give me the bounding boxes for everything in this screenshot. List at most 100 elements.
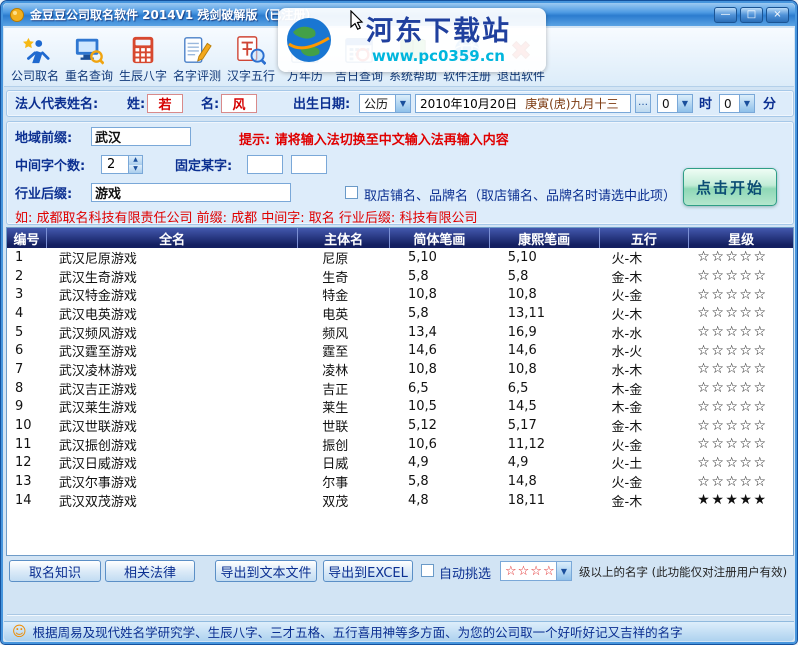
header-cell-no: 编号: [7, 228, 47, 248]
calendar-type-select[interactable]: 公历 ▼: [359, 94, 411, 113]
cell-full_name: 武汉日威游戏: [58, 457, 137, 473]
hanzi-wuxing-icon: [235, 34, 267, 66]
cell-full_name: 武汉生奇游戏: [58, 270, 137, 286]
given-name-input[interactable]: [221, 94, 257, 113]
table-row[interactable]: 10 武汉世联游戏 世联 5,12 5,17 金-木 ☆☆☆☆☆: [7, 416, 793, 436]
cell-five_elements: 水-火: [611, 345, 643, 361]
cell-simplified: 5,8: [408, 474, 429, 490]
industry-suffix-input[interactable]: [91, 183, 291, 202]
cell-simplified: 10,8: [408, 361, 437, 377]
surname-input[interactable]: [147, 94, 183, 113]
birth-date-field[interactable]: 2010年10月20日 庚寅(虎)九月十三: [415, 94, 631, 113]
naming-knowledge-button[interactable]: 取名知识: [9, 560, 101, 582]
table-row[interactable]: 13 武汉尔事游戏 尔事 5,8 14,8 火-金 ☆☆☆☆☆: [7, 472, 793, 492]
cell-no: 2: [15, 268, 24, 284]
app-icon: [9, 7, 25, 23]
toolbar-item-bazi[interactable]: 生辰八字: [116, 31, 170, 86]
spinner-up-icon[interactable]: ▲: [129, 156, 142, 165]
minimize-button[interactable]: —: [714, 6, 737, 23]
cell-stars: ★★★★★: [697, 492, 768, 509]
cell-kangxi: 18,11: [507, 492, 545, 508]
table-row[interactable]: 12 武汉日威游戏 日威 4,9 4,9 火-土 ☆☆☆☆☆: [7, 454, 793, 473]
cell-kangxi: 14,8: [507, 474, 537, 490]
toolbar-label: 汉字五行: [226, 68, 275, 83]
cell-no: 5: [15, 324, 24, 340]
cell-kangxi: 4,9: [507, 455, 529, 471]
cell-full_name: 武汉振创游戏: [58, 438, 137, 454]
legal-name-label: 法人代表姓名:: [15, 97, 99, 112]
cell-full_name: 武汉双茂游戏: [58, 494, 137, 510]
cell-main_name: 特金: [322, 289, 349, 305]
cell-full_name: 武汉频风游戏: [58, 326, 137, 342]
related-law-button[interactable]: 相关法律: [105, 560, 195, 582]
hour-select[interactable]: 0 ▼: [657, 94, 693, 113]
header-cell-five-elements: 五行: [600, 228, 690, 248]
spinner-down-icon[interactable]: ▼: [129, 164, 142, 173]
table-row[interactable]: 6 武汉霆至游戏 霆至 14,6 14,6 水-火 ☆☆☆☆☆: [7, 341, 793, 361]
region-prefix-input[interactable]: [91, 127, 191, 146]
minute-unit-label: 分: [763, 97, 777, 112]
birth-date-label: 出生日期:: [293, 97, 351, 112]
cell-main_name: 吉正: [322, 382, 349, 398]
name-evaluation-icon: [181, 34, 213, 66]
middle-count-spinner[interactable]: 2 ▲ ▼: [101, 155, 143, 174]
table-row[interactable]: 3 武汉特金游戏 特金 10,8 10,8 火-金 ☆☆☆☆☆: [7, 285, 793, 305]
watermark-title: 河东下载站: [366, 15, 511, 47]
export-excel-button[interactable]: 导出到EXCEL: [323, 560, 413, 582]
table-row[interactable]: 2 武汉生奇游戏 生奇 5,8 5,8 金-木 ☆☆☆☆☆: [7, 267, 793, 286]
cell-no: 1: [15, 249, 24, 265]
naming-panel: 地域前缀: 提示: 请将输入法切换至中文输入法再输入内容 中间字个数: 2 ▲ …: [6, 121, 794, 226]
cell-simplified: 13,4: [408, 324, 437, 340]
cell-kangxi: 5,8: [507, 268, 529, 284]
start-button[interactable]: 点击开始: [683, 168, 777, 206]
watermark: 河东下载站 www.pc0359.cn: [278, 8, 546, 72]
table-header: 编号 全名 主体名 简体笔画 康熙笔画 五行 星级: [7, 228, 793, 248]
date-more-button[interactable]: …: [635, 94, 651, 113]
fixed-char-input-2[interactable]: [291, 155, 327, 174]
table-row[interactable]: 1 武汉尼原游戏 尼原 5,10 5,10 火-木 ☆☆☆☆☆: [7, 248, 793, 267]
close-button[interactable]: ×: [766, 6, 789, 23]
table-row[interactable]: 5 武汉频风游戏 频风 13,4 16,9 水-水 ☆☆☆☆☆: [7, 323, 793, 342]
export-txt-button[interactable]: 导出到文本文件: [215, 560, 317, 582]
cell-main_name: 电英: [322, 307, 349, 323]
filter-note: 级以上的名字 (此功能仅对注册用户有效): [579, 565, 788, 579]
table-row[interactable]: 11 武汉振创游戏 振创 10,6 11,12 火-金 ☆☆☆☆☆: [7, 435, 793, 454]
cell-no: 11: [15, 436, 32, 452]
star-filter-select[interactable]: ☆☆☆☆ ▼: [500, 561, 572, 581]
app-window: 金豆豆公司取名软件 2014V1 残剑破解版（已注册） — □ × 公司取名 重…: [0, 0, 798, 645]
cell-five_elements: 水-水: [611, 326, 643, 342]
cell-five_elements: 火-土: [611, 457, 643, 473]
cell-full_name: 武汉吉正游戏: [58, 382, 137, 398]
table-row[interactable]: 9 武汉莱生游戏 莱生 10,5 14,5 木-金 ☆☆☆☆☆: [7, 398, 793, 417]
table-row[interactable]: 8 武汉吉正游戏 吉正 6,5 6,5 木-金 ☆☆☆☆☆: [7, 379, 793, 398]
toolbar-item-duplicate-search[interactable]: 重名查询: [62, 31, 116, 86]
toolbar-item-company-naming[interactable]: 公司取名: [8, 31, 62, 86]
cell-main_name: 双茂: [322, 494, 349, 510]
cell-no: 8: [15, 380, 24, 396]
cell-main_name: 振创: [322, 438, 349, 454]
ime-hint: 提示: 请将输入法切换至中文输入法再输入内容: [239, 133, 509, 148]
given-name-label: 名:: [201, 97, 220, 112]
birth-date-value: 2010年10月20日: [420, 97, 518, 111]
cell-no: 3: [15, 287, 24, 303]
toolbar-item-name-evaluation[interactable]: 名字评测: [170, 31, 224, 86]
middle-count-label: 中间字个数:: [15, 159, 86, 174]
chevron-down-icon: ▼: [395, 95, 410, 112]
watermark-logo: [283, 14, 335, 66]
table-row[interactable]: 4 武汉电英游戏 电英 5,8 13,11 火-木 ☆☆☆☆☆: [7, 304, 793, 323]
cell-kangxi: 13,11: [507, 305, 545, 321]
statusbar: ☺ 根据周易及现代姓名学研究学、生辰八字、三才五格、五行喜用神等多方面、为您的公…: [4, 621, 794, 641]
example-text: 如: 成都取名科技有限责任公司 前缀: 成都 中间字: 取名 行业后缀: 科技有…: [15, 211, 478, 226]
minute-select[interactable]: 0 ▼: [719, 94, 755, 113]
shop-name-checkbox[interactable]: [345, 186, 358, 199]
maximize-button[interactable]: □: [740, 6, 763, 23]
table-row[interactable]: 14 武汉双茂游戏 双茂 4,8 18,11 金-木 ★★★★★: [7, 491, 793, 510]
table-row[interactable]: 7 武汉凌林游戏 凌林 10,8 10,8 水-木 ☆☆☆☆☆: [7, 360, 793, 379]
cell-stars: ☆☆☆☆☆: [697, 473, 768, 490]
fixed-char-input-1[interactable]: [247, 155, 283, 174]
cell-full_name: 武汉霆至游戏: [58, 345, 137, 361]
toolbar-item-hanzi-wuxing[interactable]: 汉字五行: [224, 31, 278, 86]
cell-no: 6: [15, 343, 24, 359]
cell-stars: ☆☆☆☆☆: [697, 324, 768, 341]
auto-pick-checkbox[interactable]: [421, 564, 434, 577]
